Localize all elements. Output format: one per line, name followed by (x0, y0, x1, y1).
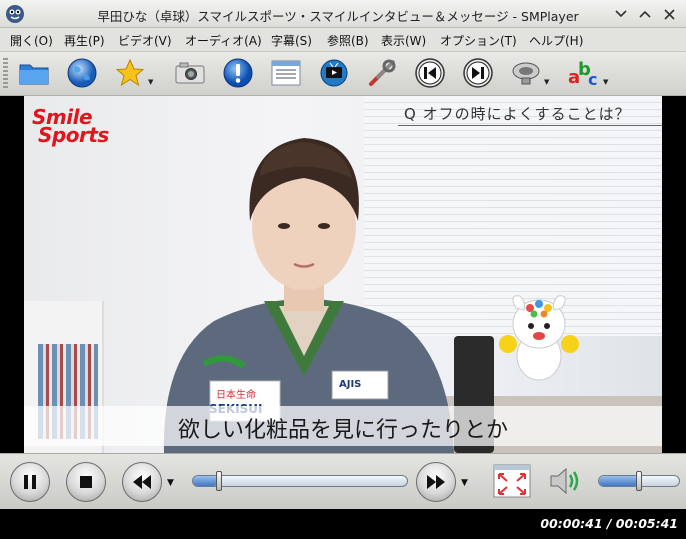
chevron-up-icon (639, 10, 651, 18)
seek-handle[interactable] (215, 471, 222, 491)
title-bar[interactable]: 早田ひな（卓球）スマイルスポーツ・スマイルインタビュー＆メッセージ - SMPl… (0, 0, 686, 28)
forward-button[interactable] (416, 462, 456, 502)
svg-text:c: c (588, 70, 597, 89)
info-button[interactable] (220, 55, 256, 91)
previous-icon (415, 58, 445, 88)
question-text: Q オフの時によくすることは？ (404, 105, 631, 123)
tv-button[interactable] (316, 55, 352, 91)
preferences-button[interactable] (364, 55, 400, 91)
seek-slider[interactable] (192, 471, 408, 491)
chevron-down-icon (615, 10, 627, 18)
menu-open[interactable]: 開く(O) (10, 32, 53, 49)
menu-view[interactable]: 表示(W) (381, 32, 426, 49)
pause-icon (24, 475, 36, 489)
info-icon (223, 58, 253, 88)
speaker-icon (550, 467, 579, 495)
next-button[interactable] (460, 55, 496, 91)
maximize-button[interactable] (636, 5, 654, 23)
playlist-icon (271, 60, 301, 86)
interviewee-person (163, 138, 454, 453)
folder-icon (19, 64, 49, 85)
stop-button[interactable] (66, 462, 106, 502)
seek-progress-fill (193, 476, 219, 486)
favorites-star-icon (115, 58, 145, 87)
pause-button[interactable] (10, 462, 50, 502)
time-display: 00:00:41 / 00:05:41 (540, 516, 678, 531)
subtitle-text: 欲しい化粧品を見に行ったりとか (177, 418, 508, 443)
toolbar: ▼ ▼ a b c ▼ (0, 52, 686, 96)
toolbar-handle[interactable] (3, 58, 8, 90)
fullscreen-button[interactable] (493, 464, 531, 498)
control-bar: ▼ ▼ (0, 453, 686, 509)
menu-play[interactable]: 再生(P) (64, 32, 105, 49)
menu-subtitles[interactable]: 字幕(S) (271, 32, 312, 49)
playlist-button[interactable] (268, 55, 304, 91)
globe-icon (67, 58, 97, 88)
forward-icon (427, 475, 445, 489)
next-icon (463, 58, 493, 88)
ajis-badge: AJIS (339, 379, 362, 390)
video-area[interactable]: AJIS 日本生命 SEKISUI Smile Sports Q オフの時によく… (0, 96, 686, 453)
volume-handle[interactable] (636, 471, 642, 491)
tv-icon (320, 59, 348, 87)
question-underline (398, 125, 662, 126)
smplayer-window: 早田ひな（卓球）スマイルスポーツ・スマイルインタビュー＆メッセージ - SMPl… (0, 0, 686, 539)
video-frame[interactable]: AJIS 日本生命 SEKISUI Smile Sports Q オフの時によく… (24, 96, 662, 453)
window-title: 早田ひな（卓球）スマイルスポーツ・スマイルインタビュー＆メッセージ - SMPl… (97, 9, 579, 24)
window-menu-button[interactable] (612, 5, 630, 23)
logo-line2: Sports (38, 123, 109, 147)
screenshot-button[interactable] (172, 55, 208, 91)
favorites-button[interactable] (112, 55, 148, 91)
menu-bar: 開く(O) 再生(P) ビデオ(V) オーディオ(A) 字幕(S) 参照(B) … (0, 28, 686, 52)
nissay-badge: 日本生命 (216, 390, 256, 401)
volume-slider[interactable] (598, 471, 680, 491)
open-file-button[interactable] (16, 55, 52, 91)
fullscreen-icon (493, 464, 531, 498)
question-caption: Q オフの時によくすることは？ (398, 103, 662, 126)
mute-button[interactable] (548, 464, 584, 498)
subtitle-track-icon: a b c (568, 59, 597, 89)
app-icon[interactable] (5, 4, 25, 24)
menu-options[interactable]: オプション(T) (440, 32, 517, 49)
volume-fill (599, 476, 639, 486)
tools-icon (369, 59, 396, 86)
rewind-menu-chevron-down-icon[interactable]: ▼ (167, 478, 174, 488)
close-button[interactable] (660, 5, 678, 23)
audio-track-button[interactable] (508, 55, 544, 91)
menu-help[interactable]: ヘルプ(H) (529, 32, 583, 49)
stop-icon (80, 476, 92, 488)
chevron-down-icon[interactable]: ▼ (544, 78, 549, 86)
rewind-button[interactable] (122, 462, 162, 502)
menu-video[interactable]: ビデオ(V) (118, 32, 172, 49)
open-url-button[interactable] (64, 55, 100, 91)
status-bar: 00:00:41 / 00:05:41 (0, 509, 686, 539)
subtitle-track-button[interactable]: a b c (566, 55, 602, 91)
menu-audio[interactable]: オーディオ(A) (185, 32, 262, 49)
previous-button[interactable] (412, 55, 448, 91)
menu-browse[interactable]: 参照(B) (327, 32, 369, 49)
screenshot-camera-icon (175, 62, 205, 84)
chevron-down-icon[interactable]: ▼ (148, 78, 153, 86)
audio-track-icon (512, 62, 540, 85)
rewind-icon (133, 475, 151, 489)
chevron-down-icon[interactable]: ▼ (603, 78, 608, 86)
smile-sports-logo: Smile Sports (32, 107, 109, 147)
forward-menu-chevron-down-icon[interactable]: ▼ (461, 478, 468, 488)
mascot-figure (499, 295, 579, 381)
close-icon (663, 8, 675, 20)
